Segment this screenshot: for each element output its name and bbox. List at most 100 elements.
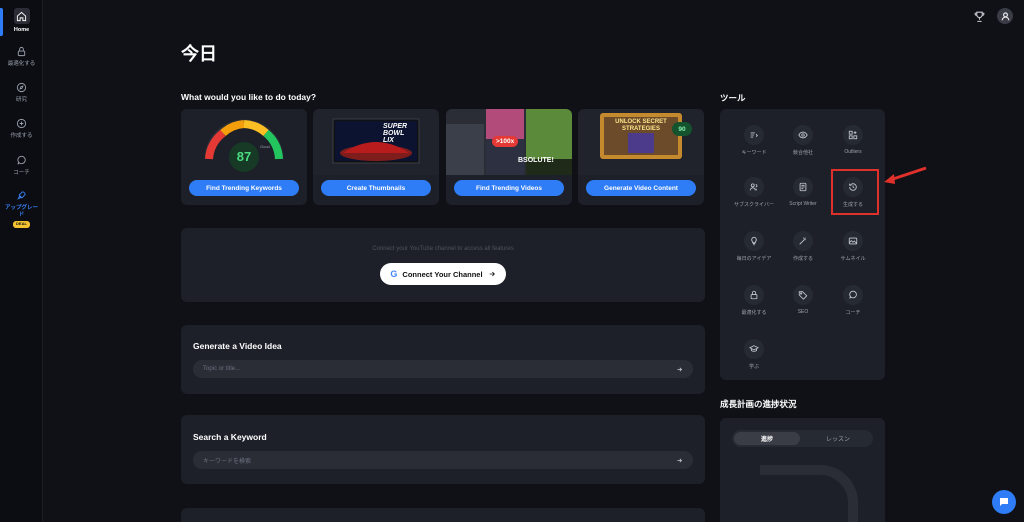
page-title: 今日	[181, 44, 217, 64]
score-badge: 90	[672, 122, 692, 136]
arrow-right-icon	[489, 271, 495, 277]
tool-competitors[interactable]: 競合他社	[777, 119, 829, 169]
sidebar-item-optimize[interactable]: 最適化する	[0, 44, 43, 68]
keyword-search-input[interactable]: キーワードを検索	[193, 451, 693, 469]
sidebar-item-label: 作成する	[10, 133, 33, 139]
sidebar-item-home[interactable]: Home	[0, 8, 43, 34]
thumbnail-text: BSOLUTE!	[518, 157, 554, 164]
tool-seo[interactable]: SEO	[777, 279, 829, 329]
keyword-search-placeholder: キーワードを検索	[203, 458, 252, 465]
graduation-cap-icon	[744, 339, 764, 359]
tool-label: サムネイル	[840, 256, 866, 262]
sidebar-item-upgrade[interactable]: アップグレード DEAL	[0, 188, 43, 228]
tool-create[interactable]: 作成する	[777, 225, 829, 275]
growth-badge: >100x	[492, 136, 519, 147]
card-generate-video-content[interactable]: UNLOCK SECRET STRATEGIES 90 Generate Vid…	[578, 109, 704, 205]
keyword-search-panel: Search a Keyword キーワードを検索	[181, 415, 705, 484]
card-trending-videos[interactable]: >100x BSOLUTE! Find Trending Videos	[446, 109, 572, 205]
home-icon	[13, 8, 30, 24]
outliers-icon	[843, 125, 863, 145]
generate-video-content-button[interactable]: Generate Video Content	[586, 180, 696, 196]
card-create-thumbnails[interactable]: SUPER BOWL LIX Create Thumbnails	[313, 109, 439, 205]
sidebar-item-research[interactable]: 研究	[0, 80, 43, 104]
tool-script-writer[interactable]: Script Writer	[777, 171, 829, 221]
tool-label: Script Writer	[789, 201, 817, 207]
tool-label: Outliers	[844, 149, 862, 155]
today-heading: What would you like to do today?	[181, 92, 317, 102]
trophy-button[interactable]	[971, 8, 987, 24]
video-content-thumbnail: UNLOCK SECRET STRATEGIES 90	[578, 109, 704, 175]
rocket-icon	[15, 188, 29, 202]
tool-label: 毎日のアイデア	[736, 256, 772, 262]
tool-label: コーチ	[845, 310, 861, 316]
tool-label: SEO	[797, 309, 809, 315]
tool-subscribers[interactable]: サブスクライバー	[728, 171, 780, 221]
google-icon: G	[390, 269, 398, 279]
user-icon	[1001, 11, 1009, 20]
tool-optimize[interactable]: 最適化する	[728, 279, 780, 329]
chat-bubble-icon	[1000, 498, 1008, 506]
annotation-arrow-icon	[884, 166, 927, 184]
tool-label: 学ぶ	[748, 364, 759, 370]
tool-thumbnail[interactable]: サムネイル	[827, 225, 879, 275]
deal-badge: DEAL	[13, 221, 30, 228]
tool-outliers[interactable]: Outliers	[827, 119, 879, 169]
trophy-icon	[974, 11, 984, 22]
tool-learn[interactable]: 学ぶ	[728, 333, 780, 383]
chat-support-button[interactable]	[992, 490, 1016, 514]
tool-coach[interactable]: コーチ	[827, 279, 879, 329]
keyword-gauge-thumbnail: 87 Good	[181, 109, 307, 175]
connect-channel-button[interactable]: G Connect Your Channel	[380, 263, 506, 285]
tool-label: 最適化する	[741, 310, 767, 316]
arrow-right-icon[interactable]	[676, 366, 683, 373]
tools-heading: ツール	[720, 93, 746, 103]
chat-icon	[843, 285, 863, 305]
progress-ring	[760, 465, 858, 522]
tool-daily-ideas[interactable]: 毎日のアイデア	[728, 225, 780, 275]
sidebar-item-label: 最適化する	[7, 61, 36, 67]
gauge-value: 87	[236, 149, 252, 164]
sidebar-item-label: Home	[13, 27, 30, 33]
create-thumbnails-button[interactable]: Create Thumbnails	[321, 180, 431, 196]
keyword-icon	[744, 125, 764, 145]
highlight-box	[831, 169, 879, 215]
connect-description: Connect your YouTube channel to access a…	[372, 246, 514, 252]
profile-button[interactable]	[997, 8, 1013, 24]
thumbnail-text: SUPER BOWL LIX	[383, 123, 408, 144]
arrow-right-icon[interactable]	[676, 457, 683, 464]
lock-icon	[744, 285, 764, 305]
lock-icon	[15, 44, 29, 58]
tools-panel: キーワード 競合他社 Outliers サブスクライバー Script Writ…	[720, 109, 885, 380]
tool-label: 作成する	[792, 256, 813, 262]
keyword-search-title: Search a Keyword	[193, 432, 267, 442]
sidebar-item-coach[interactable]: コーチ	[0, 153, 43, 177]
magic-wand-icon	[793, 231, 813, 251]
tool-keyword[interactable]: キーワード	[728, 119, 780, 169]
compass-icon	[15, 80, 29, 94]
trending-videos-thumbnail: >100x BSOLUTE!	[446, 109, 572, 175]
next-panel	[181, 508, 705, 522]
connect-channel-label: Connect Your Channel	[402, 269, 483, 279]
tag-icon	[793, 285, 813, 305]
sidebar-item-label: 研究	[15, 97, 27, 103]
connect-channel-panel: Connect your YouTube channel to access a…	[181, 228, 705, 302]
sidebar-item-create[interactable]: 作成する	[0, 116, 43, 140]
video-idea-placeholder: Topic or title...	[203, 366, 241, 372]
video-idea-input[interactable]: Topic or title...	[193, 360, 693, 378]
card-trending-keywords[interactable]: 87 Good Find Trending Keywords	[181, 109, 307, 205]
script-icon	[793, 177, 813, 197]
thumbnail-text: UNLOCK SECRET STRATEGIES	[615, 119, 667, 132]
plus-circle-icon	[15, 116, 29, 130]
chat-icon	[15, 153, 29, 167]
growth-heading: 成長計画の進捗状況	[720, 399, 797, 409]
eye-icon	[793, 125, 813, 145]
tool-label: サブスクライバー	[734, 202, 774, 208]
image-icon	[843, 231, 863, 251]
tool-label: 競合他社	[792, 150, 813, 156]
find-trending-keywords-button[interactable]: Find Trending Keywords	[189, 180, 299, 196]
gauge-label: Good	[260, 144, 270, 149]
sidebar-item-label: アップグレード	[4, 205, 38, 218]
find-trending-videos-button[interactable]: Find Trending Videos	[454, 180, 564, 196]
video-idea-title: Generate a Video Idea	[193, 341, 282, 351]
growth-panel: 進捗 レッスン	[720, 418, 885, 522]
